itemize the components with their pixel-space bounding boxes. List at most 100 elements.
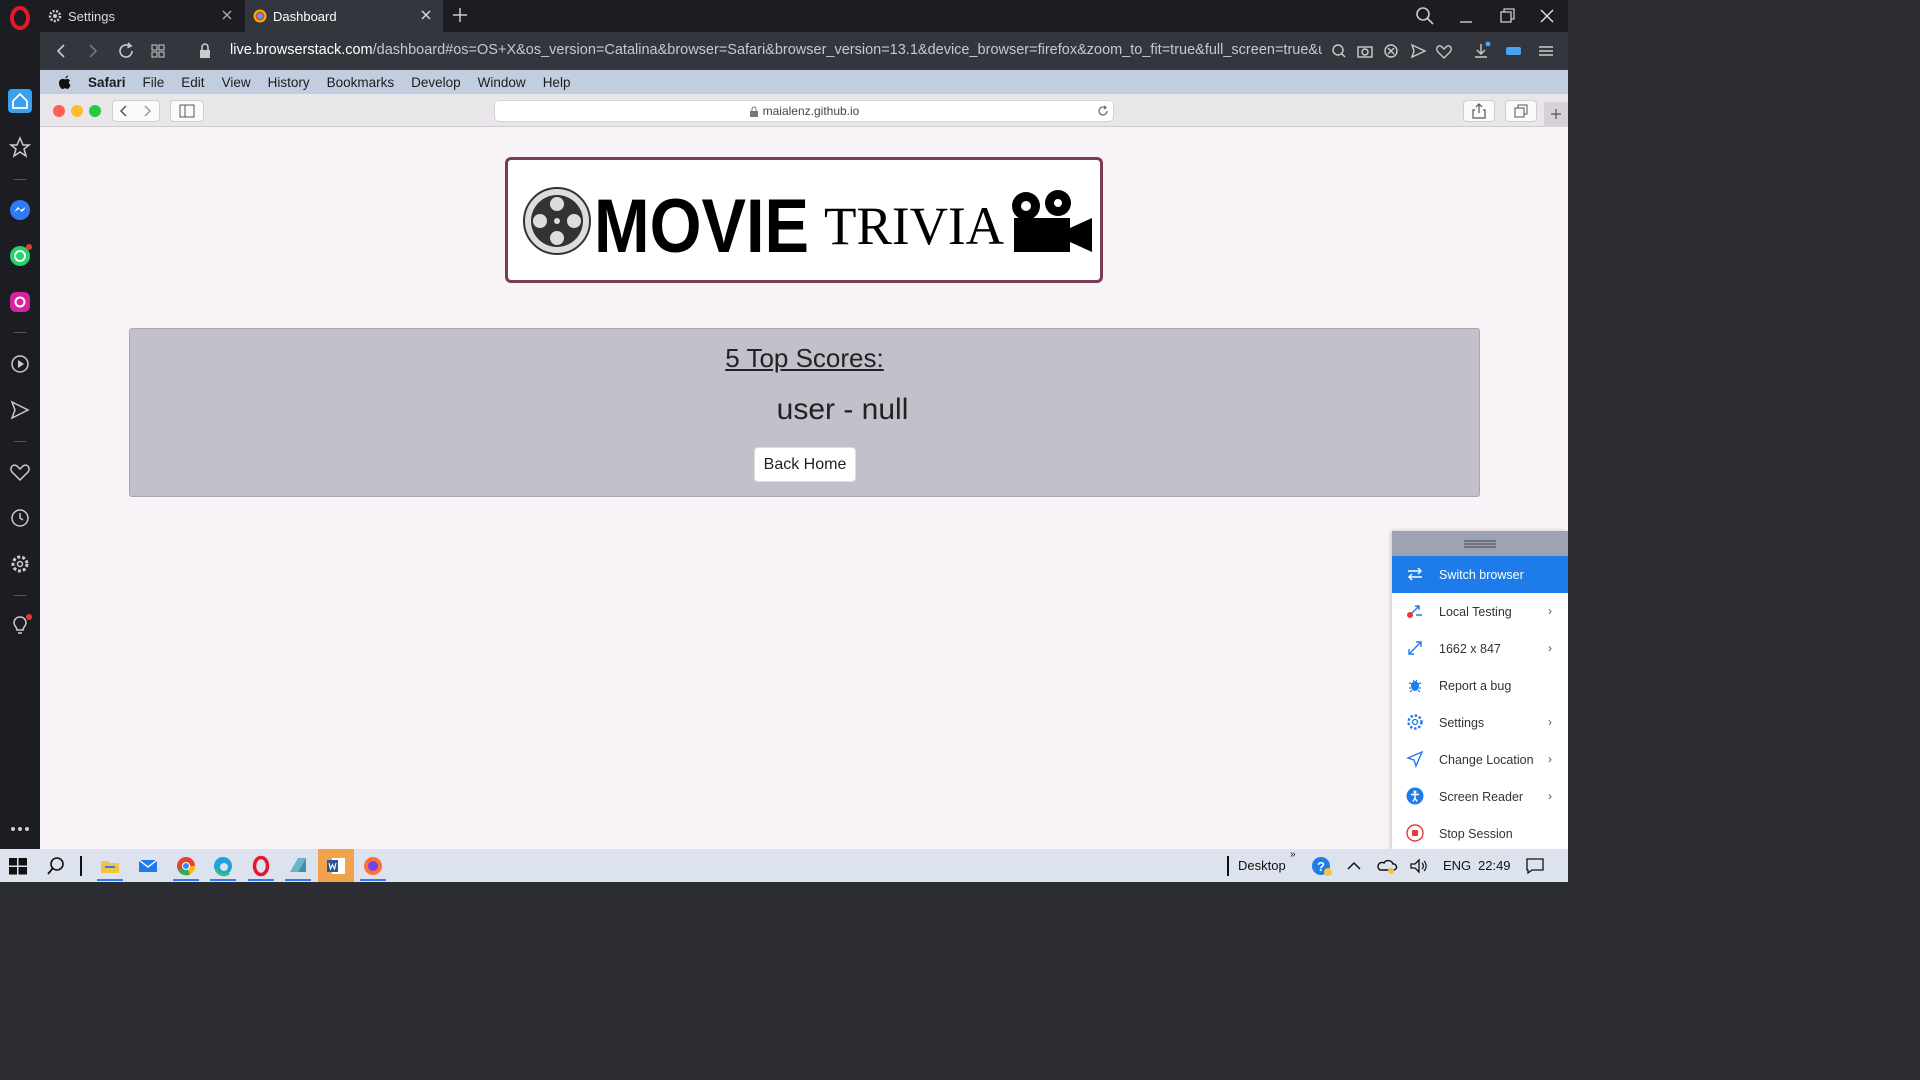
url-domain: live.browserstack.com <box>230 42 373 58</box>
new-tab-icon[interactable] <box>451 6 469 24</box>
opera-logo-icon[interactable] <box>8 6 32 30</box>
tab-dashboard[interactable]: Dashboard <box>245 0 443 32</box>
settings-item[interactable]: Settings › <box>1392 704 1568 741</box>
download-icon[interactable] <box>1471 41 1491 61</box>
menu-history[interactable]: History <box>268 75 310 90</box>
menu-file[interactable]: File <box>143 75 165 90</box>
chevron-right-icon: › <box>1548 752 1552 766</box>
close-window-icon[interactable] <box>1537 6 1557 26</box>
divider <box>14 595 26 596</box>
heart-icon[interactable] <box>8 460 32 484</box>
reload-icon[interactable] <box>116 41 136 61</box>
back-home-button[interactable]: Back Home <box>754 447 856 482</box>
send-icon[interactable] <box>8 398 32 422</box>
lightbulb-icon[interactable] <box>8 614 32 638</box>
chevron-right-icon[interactable]: » <box>1290 849 1296 860</box>
windows-start-icon[interactable] <box>7 855 29 877</box>
close-icon[interactable] <box>419 8 433 22</box>
chrome-icon[interactable] <box>175 855 197 877</box>
forward-icon[interactable] <box>140 104 154 118</box>
change-location-item[interactable]: Change Location › <box>1392 741 1568 778</box>
close-icon[interactable] <box>220 8 234 22</box>
menu-help[interactable]: Help <box>543 75 571 90</box>
firefox-icon[interactable] <box>362 855 384 877</box>
menu-safari[interactable]: Safari <box>88 75 126 90</box>
easy-setup-icon[interactable] <box>1536 41 1556 61</box>
notification-icon[interactable] <box>1524 855 1546 877</box>
chevron-right-icon: › <box>1548 789 1552 803</box>
forward-icon[interactable] <box>82 41 102 61</box>
safari-address-field[interactable]: maialenz.github.io <box>494 100 1114 122</box>
tabs-grid-icon[interactable] <box>148 41 168 61</box>
whatsapp-icon[interactable] <box>8 244 32 268</box>
menu-window[interactable]: Window <box>478 75 526 90</box>
resolution-item[interactable]: 1662 x 847 › <box>1392 630 1568 667</box>
star-icon[interactable] <box>8 135 32 159</box>
minimize-window-button[interactable] <box>71 105 83 117</box>
running-indicator <box>360 879 386 881</box>
zoom-window-button[interactable] <box>89 105 101 117</box>
language-indicator[interactable]: ENG <box>1443 858 1471 873</box>
onedrive-icon[interactable] <box>1376 855 1398 877</box>
send-icon[interactable] <box>1408 41 1428 61</box>
url-field[interactable]: live.browserstack.com/dashboard#os=OS+X&… <box>230 42 1322 58</box>
messenger-icon[interactable] <box>8 198 32 222</box>
chevron-right-icon: › <box>1548 641 1552 655</box>
search-icon[interactable] <box>1329 41 1349 61</box>
camera-icon[interactable] <box>1355 41 1375 61</box>
home-icon[interactable] <box>8 89 32 113</box>
desktop-toolbar-label[interactable]: Desktop <box>1238 858 1286 873</box>
mail-icon[interactable] <box>137 855 159 877</box>
divider <box>80 856 82 876</box>
tab-settings[interactable]: Settings <box>40 0 244 32</box>
url-path: /dashboard#os=OS+X&os_version=Catalina&b… <box>372 42 1322 58</box>
switch-browser-label: Switch browser <box>1439 567 1524 582</box>
apple-icon[interactable] <box>58 74 72 90</box>
menu-develop[interactable]: Develop <box>411 75 461 90</box>
switch-icon <box>1408 567 1422 581</box>
gear-icon <box>48 9 62 23</box>
drag-handle[interactable] <box>1392 531 1568 556</box>
menu-bookmarks[interactable]: Bookmarks <box>327 75 395 90</box>
minimize-icon[interactable] <box>1456 6 1476 26</box>
switch-browser-item[interactable]: Switch browser <box>1392 556 1568 593</box>
tabs-overview-button[interactable] <box>1505 100 1537 122</box>
word-active-tile[interactable] <box>318 849 354 882</box>
menu-edit[interactable]: Edit <box>181 75 204 90</box>
history-icon[interactable] <box>8 506 32 530</box>
stop-session-item[interactable]: Stop Session <box>1392 815 1568 852</box>
sidebar-icon <box>179 104 195 118</box>
edge-icon[interactable] <box>212 855 234 877</box>
report-bug-item[interactable]: Report a bug <box>1392 667 1568 704</box>
new-tab-button[interactable] <box>1544 102 1568 127</box>
restore-icon[interactable] <box>1497 6 1517 26</box>
instagram-icon[interactable] <box>8 290 32 314</box>
back-icon[interactable] <box>52 41 72 61</box>
back-icon[interactable] <box>117 104 131 118</box>
chevron-up-icon[interactable] <box>1343 855 1365 877</box>
logo-wordmark: MOVIE <box>594 184 809 269</box>
heart-icon[interactable] <box>1434 41 1454 61</box>
safari-address-text: maialenz.github.io <box>762 104 860 118</box>
tabs-icon <box>1514 104 1528 118</box>
help-icon[interactable]: ? <box>1310 855 1332 877</box>
player-icon[interactable] <box>8 352 32 376</box>
search-icon[interactable] <box>1415 6 1435 26</box>
share-button[interactable] <box>1463 100 1495 122</box>
close-window-button[interactable] <box>53 105 65 117</box>
menu-view[interactable]: View <box>222 75 251 90</box>
reload-icon[interactable] <box>1097 105 1109 117</box>
clock[interactable]: 22:49 <box>1478 858 1511 873</box>
search-icon[interactable] <box>45 855 67 877</box>
file-explorer-icon[interactable] <box>99 855 121 877</box>
notepad-icon[interactable] <box>287 855 309 877</box>
screen-reader-item[interactable]: Screen Reader › <box>1392 778 1568 815</box>
battery-icon[interactable] <box>1504 41 1524 61</box>
local-testing-item[interactable]: Local Testing › <box>1392 593 1568 630</box>
sidebar-toggle-button[interactable] <box>170 100 204 122</box>
volume-icon[interactable] <box>1408 855 1430 877</box>
gear-icon[interactable] <box>8 552 32 576</box>
adblock-icon[interactable] <box>1381 41 1401 61</box>
opera-icon[interactable] <box>250 855 272 877</box>
more-icon[interactable] <box>8 817 32 841</box>
